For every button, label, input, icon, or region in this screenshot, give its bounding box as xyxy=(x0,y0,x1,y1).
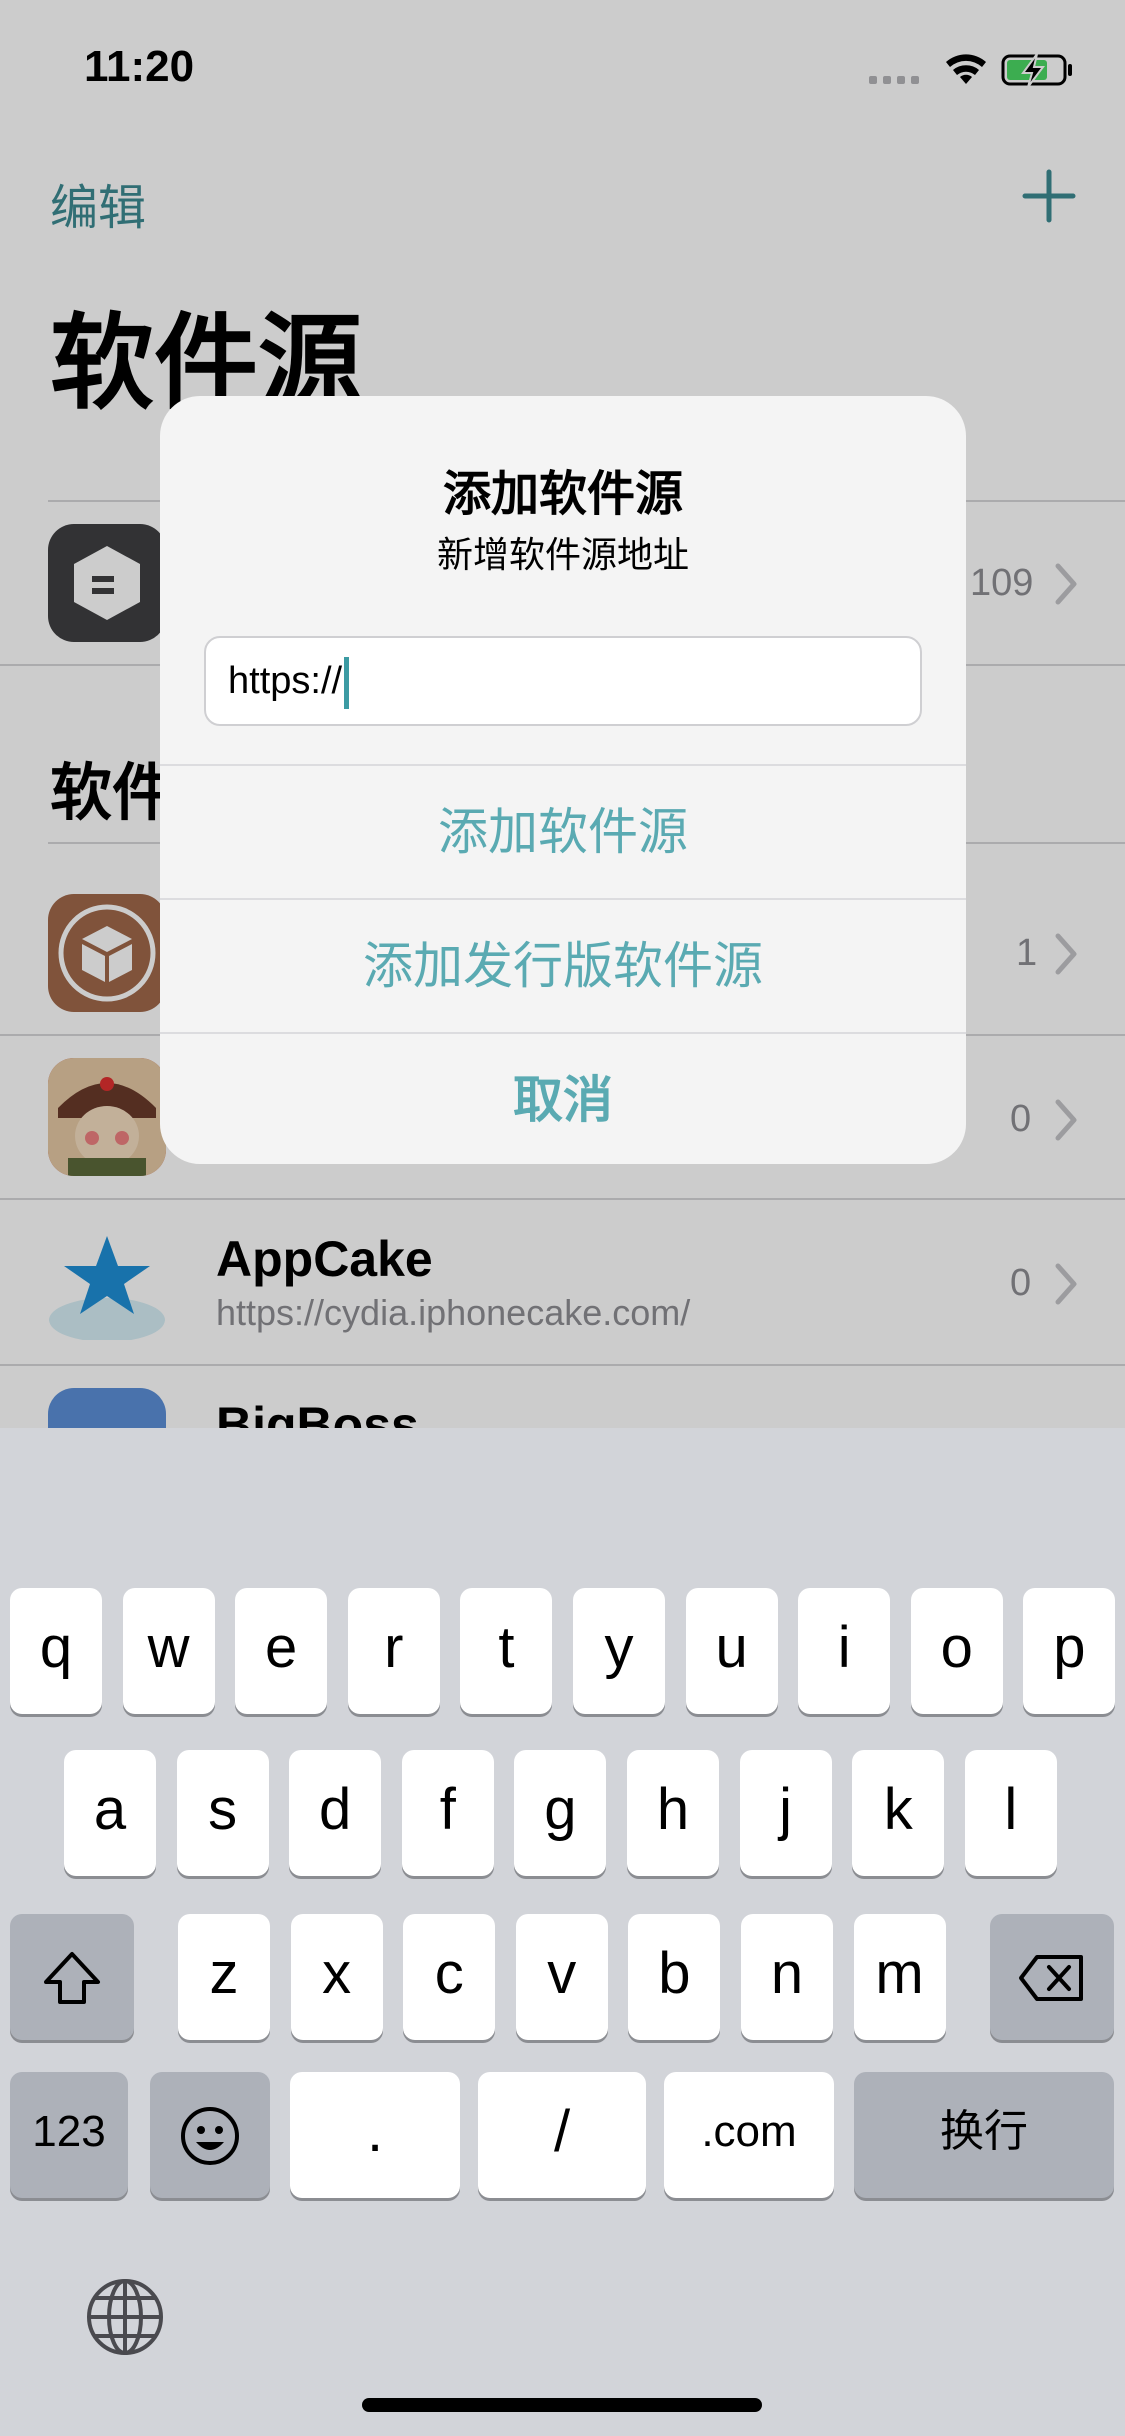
key-i[interactable]: i xyxy=(798,1588,891,1714)
key-x[interactable]: x xyxy=(290,1914,383,2040)
return-key[interactable]: 换行 xyxy=(854,2072,1114,2198)
shift-key[interactable] xyxy=(10,1914,134,2040)
key-b[interactable]: b xyxy=(628,1914,721,2040)
source-url-input[interactable]: https:// xyxy=(204,636,922,726)
alert-message: 新增软件源地址 xyxy=(436,535,689,576)
key-g[interactable]: g xyxy=(514,1750,607,1876)
backspace-icon xyxy=(1019,1954,1083,2001)
keyboard: qwertyuiop asdfghjkl zxcvbnm 123 . / .co… xyxy=(0,1428,1125,2436)
key-t[interactable]: t xyxy=(460,1588,553,1714)
key-n[interactable]: n xyxy=(741,1914,833,2040)
cancel-button[interactable]: 取消 xyxy=(160,1034,966,1164)
key-f[interactable]: f xyxy=(401,1750,494,1876)
numbers-key[interactable]: 123 xyxy=(10,2072,128,2198)
key-y[interactable]: y xyxy=(573,1588,665,1714)
emoji-icon xyxy=(181,2106,239,2165)
key-p[interactable]: p xyxy=(1023,1588,1116,1714)
dot-key[interactable]: . xyxy=(290,2072,460,2198)
key-z[interactable]: z xyxy=(178,1914,270,2040)
add-source-alert: 添加软件源 新增软件源地址 https:// 添加软件源 添加发行版软件源 取消 xyxy=(160,396,966,1164)
emoji-key[interactable] xyxy=(150,2072,270,2198)
key-l[interactable]: l xyxy=(964,1750,1057,1876)
key-c[interactable]: c xyxy=(403,1914,496,2040)
slash-key[interactable]: / xyxy=(478,2072,646,2198)
shift-icon xyxy=(44,1951,100,2004)
key-r[interactable]: r xyxy=(347,1588,440,1714)
dotcom-key[interactable]: .com xyxy=(664,2072,834,2198)
key-s[interactable]: s xyxy=(176,1750,269,1876)
globe-icon[interactable] xyxy=(84,2276,166,2358)
home-indicator xyxy=(362,2398,762,2412)
add-distribution-source-button[interactable]: 添加发行版软件源 xyxy=(160,900,966,1032)
alert-title: 添加软件源 xyxy=(442,466,683,522)
key-w[interactable]: w xyxy=(122,1588,215,1714)
add-source-button[interactable]: 添加软件源 xyxy=(160,766,966,898)
key-o[interactable]: o xyxy=(910,1588,1003,1714)
key-d[interactable]: d xyxy=(289,1750,382,1876)
backspace-key[interactable] xyxy=(990,1914,1114,2040)
key-j[interactable]: j xyxy=(739,1750,832,1876)
key-v[interactable]: v xyxy=(515,1914,608,2040)
key-m[interactable]: m xyxy=(853,1914,946,2040)
source-url-value: https:// xyxy=(228,660,343,702)
key-e[interactable]: e xyxy=(235,1588,328,1714)
key-q[interactable]: q xyxy=(10,1588,102,1714)
key-k[interactable]: k xyxy=(852,1750,945,1876)
key-h[interactable]: h xyxy=(627,1750,719,1876)
text-caret xyxy=(344,656,350,709)
key-u[interactable]: u xyxy=(685,1588,778,1714)
key-a[interactable]: a xyxy=(64,1750,156,1876)
